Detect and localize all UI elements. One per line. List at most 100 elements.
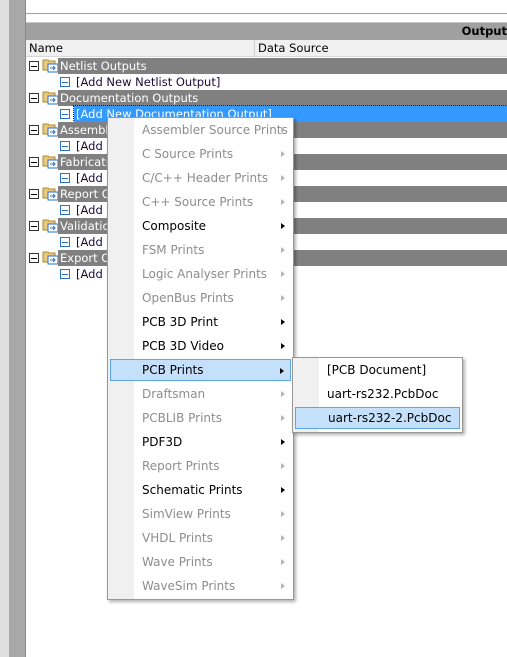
folder-icon	[42, 186, 59, 201]
menu-item-label: FSM Prints	[142, 243, 205, 257]
left-dock-strip	[0, 0, 9, 657]
submenu-arrow-icon	[281, 487, 285, 493]
submenu-arrow-icon	[281, 535, 285, 541]
left-dock-panel	[9, 0, 25, 657]
menu-item-label: [PCB Document]	[327, 363, 427, 377]
menu-item-label: OpenBus Prints	[142, 291, 234, 305]
submenu-arrow-icon	[281, 439, 285, 445]
menu-item[interactable]: uart-rs232-2.PcbDoc	[295, 407, 460, 429]
add-icon	[60, 205, 70, 215]
submenu-arrow-icon	[281, 583, 285, 589]
menu-item[interactable]: C/C++ Header Prints	[110, 167, 291, 189]
menu-item[interactable]: Wave Prints	[110, 551, 291, 573]
submenu-arrow-icon	[281, 343, 285, 349]
add-output-row[interactable]: [Add New Netlist Output]	[26, 74, 507, 90]
menu-item-label: PCB 3D Print	[142, 315, 218, 329]
menu-item-label: PCBLIB Prints	[142, 411, 222, 425]
collapse-icon[interactable]	[29, 93, 39, 103]
menu-item[interactable]: WaveSim Prints	[110, 575, 291, 597]
pcb-prints-submenu: [PCB Document] uart-rs232.PcbDoc uart-rs23…	[292, 357, 463, 433]
menu-item[interactable]: OpenBus Prints	[110, 287, 291, 309]
menu-item-label: PDF3D	[142, 435, 183, 449]
column-data-source[interactable]: Data Source	[258, 41, 329, 55]
folder-icon	[42, 154, 59, 169]
add-icon	[60, 109, 70, 119]
add-icon	[60, 77, 70, 87]
add-icon	[60, 141, 70, 151]
tree-group-row[interactable]: Documentation Outputs	[26, 90, 507, 106]
menu-item-label: Composite	[142, 219, 207, 233]
add-icon	[60, 173, 70, 183]
submenu-arrow-icon	[280, 368, 284, 374]
submenu-arrow-icon	[281, 271, 285, 277]
group-label: Documentation Outputs	[58, 90, 507, 106]
menu-item[interactable]: PCB 3D Print	[110, 311, 291, 333]
column-divider[interactable]	[254, 40, 255, 57]
menu-item-label: SimView Prints	[142, 507, 231, 521]
submenu-arrow-icon	[281, 223, 285, 229]
menu-item[interactable]: [PCB Document]	[295, 359, 460, 381]
menu-item-label: Logic Analyser Prints	[142, 267, 268, 281]
menu-item-label: C/C++ Header Prints	[142, 171, 269, 185]
add-output-label: [Add New Netlist Output]	[76, 75, 221, 89]
submenu-arrow-icon	[281, 127, 285, 133]
panel-title-bar: Output	[26, 22, 507, 40]
submenu-arrow-icon	[281, 151, 285, 157]
menu-item-label: C Source Prints	[142, 147, 234, 161]
top-area	[26, 0, 507, 14]
column-header: Name Data Source	[26, 40, 507, 57]
folder-icon	[42, 90, 59, 105]
collapse-icon[interactable]	[29, 125, 39, 135]
menu-item[interactable]: Composite	[110, 215, 291, 237]
collapse-icon[interactable]	[29, 253, 39, 263]
folder-icon	[42, 250, 59, 265]
submenu-arrow-icon	[281, 559, 285, 565]
submenu-arrow-icon	[281, 295, 285, 301]
menu-item-label: PCB Prints	[142, 363, 204, 377]
submenu-arrow-icon	[281, 391, 285, 397]
submenu-arrow-icon	[281, 199, 285, 205]
folder-icon	[42, 218, 59, 233]
menu-item[interactable]: Draftsman	[110, 383, 291, 405]
menu-item-label: uart-rs232-2.PcbDoc	[328, 411, 452, 425]
collapse-icon[interactable]	[29, 189, 39, 199]
menu-item[interactable]: Assembler Source Prints	[110, 119, 291, 141]
menu-item[interactable]: uart-rs232.PcbDoc	[295, 383, 460, 405]
tree-group-row[interactable]: Netlist Outputs	[26, 58, 507, 74]
menu-item[interactable]: FSM Prints	[110, 239, 291, 261]
menu-item[interactable]: SimView Prints	[110, 503, 291, 525]
menu-item[interactable]: C Source Prints	[110, 143, 291, 165]
collapse-icon[interactable]	[29, 221, 39, 231]
submenu-arrow-icon	[281, 463, 285, 469]
menu-item-label: PCB 3D Video	[142, 339, 224, 353]
collapse-icon[interactable]	[29, 61, 39, 71]
menu-item-label: Report Prints	[142, 459, 220, 473]
submenu-arrow-icon	[281, 415, 285, 421]
menu-item-label: Assembler Source Prints	[142, 123, 288, 137]
menu-item-label: Draftsman	[142, 387, 206, 401]
column-name[interactable]: Name	[29, 41, 63, 55]
add-icon	[60, 237, 70, 247]
submenu-arrow-icon	[281, 511, 285, 517]
submenu-arrow-icon	[281, 247, 285, 253]
menu-item[interactable]: PCB 3D Video	[110, 335, 291, 357]
menu-item[interactable]: Schematic Prints	[110, 479, 291, 501]
menu-item[interactable]: VHDL Prints	[110, 527, 291, 549]
collapse-icon[interactable]	[29, 157, 39, 167]
add-icon	[60, 269, 70, 279]
folder-icon	[42, 58, 59, 73]
menu-item[interactable]: Report Prints	[110, 455, 291, 477]
menu-item-label: Schematic Prints	[142, 483, 243, 497]
menu-item-label: WaveSim Prints	[142, 579, 236, 593]
menu-item-label: VHDL Prints	[142, 531, 213, 545]
menu-item-label: C++ Source Prints	[142, 195, 254, 209]
menu-item[interactable]: Logic Analyser Prints	[110, 263, 291, 285]
menu-item-label: Wave Prints	[142, 555, 213, 569]
menu-item[interactable]: PCB Prints	[110, 359, 291, 381]
menu-item[interactable]: PDF3D	[110, 431, 291, 453]
menu-item[interactable]: PCBLIB Prints	[110, 407, 291, 429]
submenu-arrow-icon	[281, 319, 285, 325]
group-label: Netlist Outputs	[58, 58, 507, 74]
context-menu: Assembler Source Prints C Source Prints C/…	[107, 117, 294, 600]
menu-item[interactable]: C++ Source Prints	[110, 191, 291, 213]
